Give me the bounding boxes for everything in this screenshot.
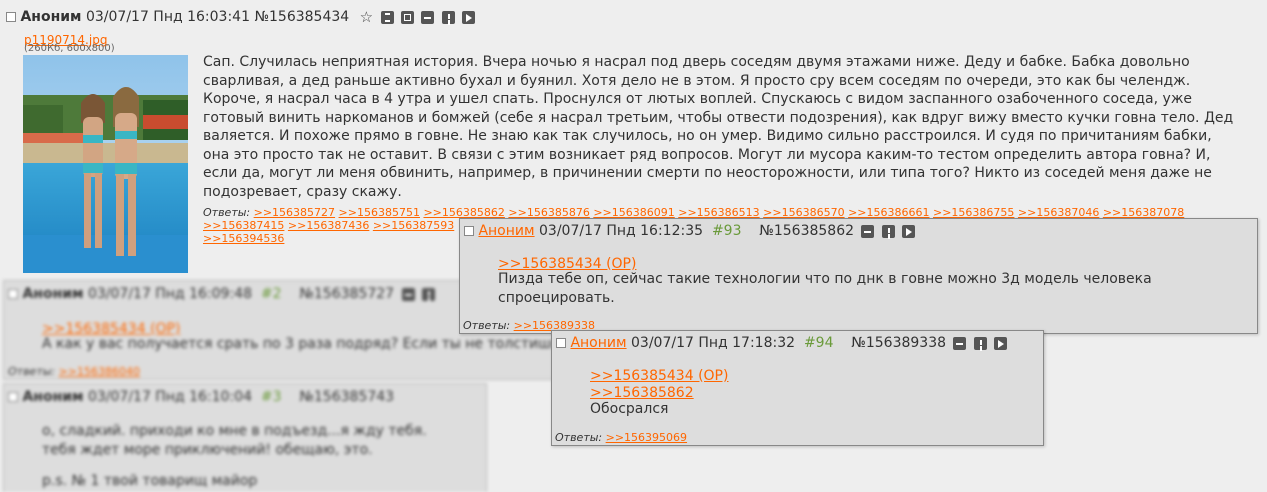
post-index: #93 — [711, 223, 742, 239]
op-header: Аноним 03/07/17 Пнд 16:03:41 №156385434 … — [6, 8, 476, 26]
reply-link[interactable]: >>156387593 — [373, 219, 454, 232]
quote-link[interactable]: >>156385862 — [590, 385, 694, 401]
reply-link[interactable]: >>156385751 — [339, 206, 420, 219]
post-header: Аноним 03/07/17 Пнд 16:12:35 #93 №156385… — [464, 223, 916, 239]
report-icon[interactable] — [421, 287, 435, 301]
post-number[interactable]: №156385743 — [299, 389, 394, 405]
post-datetime: 03/07/17 Пнд 16:12:35 — [539, 223, 704, 239]
play-icon[interactable] — [902, 224, 916, 238]
select-checkbox[interactable] — [8, 392, 18, 402]
play-icon[interactable] — [994, 336, 1008, 350]
select-checkbox[interactable] — [8, 289, 18, 299]
post-datetime: 03/07/17 Пнд 17:18:32 — [631, 335, 796, 351]
play-icon[interactable] — [462, 10, 476, 24]
hide-icon[interactable] — [861, 224, 875, 238]
post-index: #2 — [260, 286, 282, 302]
poster-name[interactable]: Аноним — [570, 335, 626, 351]
reply-link[interactable]: >>156387415 — [203, 219, 284, 232]
post-body: Сап. Случилась неприятная история. Вчера… — [203, 54, 1234, 200]
post-datetime: 03/07/17 Пнд 16:10:04 — [87, 389, 252, 405]
sort-icon[interactable] — [380, 10, 394, 24]
reply-link[interactable]: >>156386040 — [59, 365, 140, 378]
hide-icon[interactable] — [401, 287, 415, 301]
post-datetime: 03/07/17 Пнд 16:09:48 — [87, 286, 252, 302]
post-number[interactable]: №156385727 — [299, 286, 394, 302]
post-number[interactable]: №156385434 — [254, 9, 349, 25]
poster-name: Аноним — [22, 389, 84, 405]
reply-link[interactable]: >>156395069 — [606, 431, 687, 444]
post-header: Аноним 03/07/17 Пнд 17:18:32 #94 №156389… — [556, 335, 1008, 351]
select-checkbox[interactable] — [556, 338, 566, 348]
select-checkbox[interactable] — [464, 226, 474, 236]
reply-link[interactable]: >>156387436 — [288, 219, 369, 232]
post-index: #3 — [260, 389, 282, 405]
replies-label: Ответы: — [8, 365, 56, 378]
file-meta: (260Кб, 600x800) — [24, 43, 115, 54]
report-icon[interactable] — [973, 336, 987, 350]
post-body: А как у вас получается срать по 3 раза п… — [42, 336, 560, 352]
post-header: Аноним 03/07/17 Пнд 16:10:04 #3 №1563857… — [8, 389, 394, 405]
report-icon[interactable] — [881, 224, 895, 238]
post-header: Аноним 03/07/17 Пнд 16:09:48 #2 №1563857… — [8, 286, 435, 302]
poster-name[interactable]: Аноним — [478, 223, 534, 239]
post-signature: p.s. № 1 твой товарищ майор — [42, 473, 258, 489]
post-number[interactable]: №156389338 — [851, 335, 946, 351]
post-3: Аноним 03/07/17 Пнд 16:10:04 #3 №1563857… — [3, 383, 487, 492]
select-checkbox[interactable] — [6, 12, 16, 22]
replies-label: Ответы: — [463, 319, 511, 332]
post-body: Пизда тебе оп, сейчас такие технологии ч… — [498, 271, 1152, 306]
reply-link[interactable]: >>156385727 — [254, 206, 335, 219]
poster-name: Аноним — [22, 286, 84, 302]
hide-icon[interactable] — [953, 336, 967, 350]
hide-icon[interactable] — [421, 10, 435, 24]
window-icon[interactable] — [400, 10, 414, 24]
post-body: о, сладкий. приходи ко мне в подъезд...я… — [42, 423, 427, 458]
reply-link[interactable]: >>156394536 — [203, 232, 284, 245]
post-preview-popup: Аноним 03/07/17 Пнд 16:12:35 #93 №156385… — [459, 218, 1258, 334]
replies: Ответы: >>156395069 — [555, 431, 687, 444]
post-index: #94 — [803, 335, 834, 351]
replies: Ответы: >>156386040 — [8, 365, 140, 378]
replies-label: Ответы: — [203, 206, 251, 219]
star-icon[interactable]: ☆ — [360, 8, 373, 26]
post-image[interactable] — [23, 55, 188, 273]
post-datetime: 03/07/17 Пнд 16:03:41 — [85, 9, 250, 25]
poster-name: Аноним — [20, 9, 82, 25]
report-icon[interactable] — [441, 10, 455, 24]
post-preview-popup: Аноним 03/07/17 Пнд 17:18:32 #94 №156389… — [551, 330, 1044, 446]
replies-label: Ответы: — [555, 431, 603, 444]
post-body: Обосрался — [590, 401, 669, 417]
post-number[interactable]: №156385862 — [759, 223, 854, 239]
